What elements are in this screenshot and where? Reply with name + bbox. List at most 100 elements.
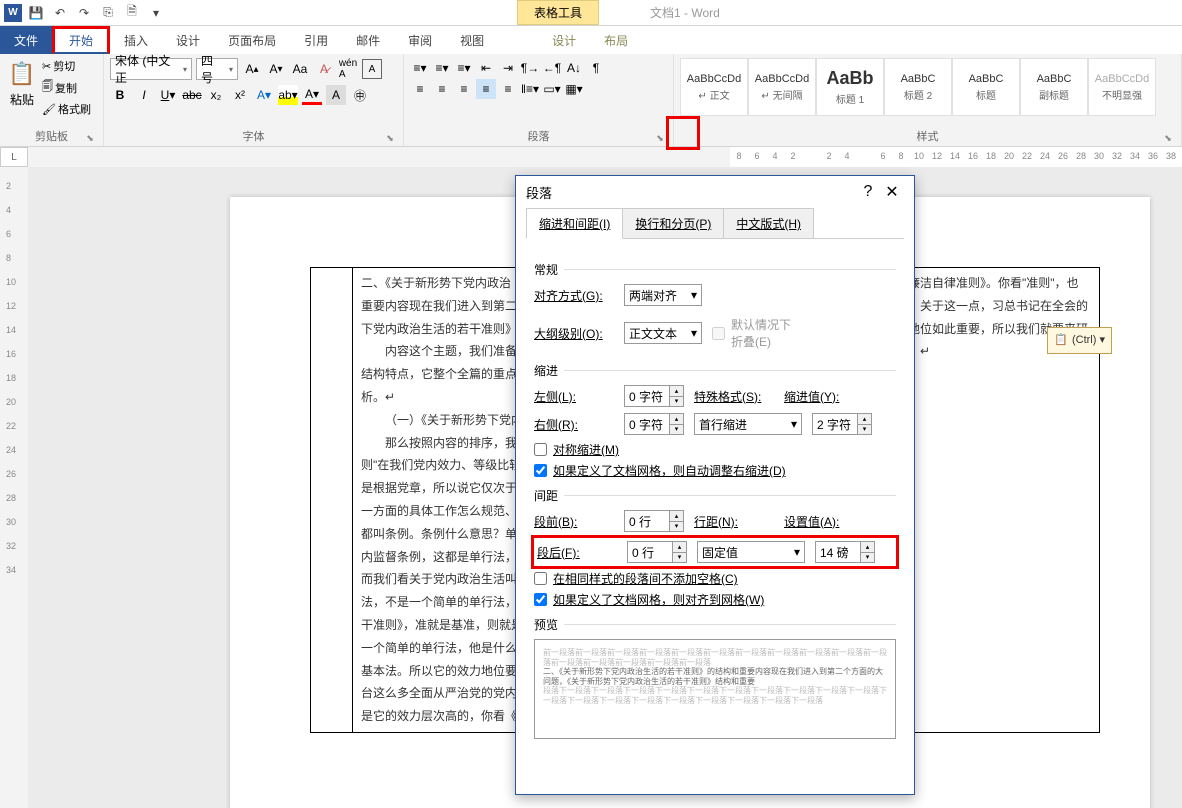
tab-review[interactable]: 审阅 xyxy=(394,26,446,54)
italic-icon[interactable]: I xyxy=(134,85,154,105)
bullets-icon[interactable]: ≡▾ xyxy=(410,58,430,78)
style-item[interactable]: AaBbC副标题 xyxy=(1020,58,1088,116)
align-right-icon[interactable]: ≡ xyxy=(454,79,474,99)
shrink-font-icon[interactable]: A▾ xyxy=(266,59,286,79)
tab-table-design[interactable]: 设计 xyxy=(538,26,590,54)
tab-mailings[interactable]: 邮件 xyxy=(342,26,394,54)
tab-indent-spacing[interactable]: 缩进和间距(I) xyxy=(526,208,623,239)
space-before-input[interactable]: 0 行▴▾ xyxy=(624,510,684,532)
superscript-icon[interactable]: x² xyxy=(230,85,250,105)
mirror-indent-checkbox[interactable] xyxy=(534,443,547,456)
clear-format-icon[interactable]: A̷ xyxy=(314,59,334,79)
tab-view[interactable]: 视图 xyxy=(446,26,498,54)
font-launcher-icon[interactable]: ⬊ xyxy=(383,132,397,144)
tab-design[interactable]: 设计 xyxy=(162,26,214,54)
style-item[interactable]: AaBbCcDd↵ 正文 xyxy=(680,58,748,116)
font-color-icon[interactable]: A▾ xyxy=(302,85,322,105)
auto-indent-checkbox[interactable] xyxy=(534,464,547,477)
rtl-icon[interactable]: ←¶ xyxy=(542,58,562,78)
align-center-icon[interactable]: ≡ xyxy=(432,79,452,99)
borders-icon[interactable]: ▦▾ xyxy=(564,79,584,99)
bold-icon[interactable]: B xyxy=(110,85,130,105)
clipboard-launcher-icon[interactable]: ⬊ xyxy=(83,132,97,144)
char-shading-icon[interactable]: A xyxy=(326,85,346,105)
inc-indent-icon[interactable]: ⇥ xyxy=(498,58,518,78)
alignment-select[interactable]: 两端对齐▾ xyxy=(624,284,702,306)
style-item[interactable]: AaBbCcDd↵ 无间隔 xyxy=(748,58,816,116)
paste-options-button[interactable]: 📋(Ctrl) ▾ xyxy=(1047,327,1112,354)
no-space-checkbox[interactable] xyxy=(534,572,547,585)
close-icon[interactable]: ✕ xyxy=(880,182,904,202)
style-item[interactable]: AaBbCcDd不明显强 xyxy=(1088,58,1156,116)
dropdown-icon[interactable]: ▾ xyxy=(146,3,166,23)
space-after-input[interactable]: 0 行▴▾ xyxy=(627,541,687,563)
tab-line-break[interactable]: 换行和分页(P) xyxy=(622,208,724,238)
font-name-combo[interactable]: 宋体 (中文正▾ xyxy=(110,58,192,80)
styles-label: 样式 xyxy=(917,131,939,143)
style-item[interactable]: AaBb标题 1 xyxy=(816,58,884,116)
special-label: 特殊格式(S): xyxy=(694,388,774,405)
paragraph-label: 段落 xyxy=(528,131,550,143)
ribbon: 📋 粘贴 ✂剪切 🗐复制 🖌格式刷 剪贴板⬊ 宋体 (中文正▾ 四号▾ A▴ A… xyxy=(0,54,1182,147)
change-case-icon[interactable]: Aa xyxy=(290,59,310,79)
snap-grid-checkbox[interactable] xyxy=(534,593,547,606)
distribute-icon[interactable]: ≡ xyxy=(498,79,518,99)
format-painter-button[interactable]: 🖌格式刷 xyxy=(42,101,91,117)
special-select[interactable]: 首行缩进▾ xyxy=(694,413,802,435)
phonetic-icon[interactable]: wénA xyxy=(338,59,358,79)
redo-icon[interactable]: ↷ xyxy=(74,3,94,23)
numbering-icon[interactable]: ≡▾ xyxy=(432,58,452,78)
justify-icon[interactable]: ≡ xyxy=(476,79,496,99)
at-input[interactable]: 14 磅▴▾ xyxy=(815,541,875,563)
horizontal-ruler[interactable]: 8642246810121416182022242628303234363840… xyxy=(730,147,1182,167)
indent-left-input[interactable]: 0 字符▴▾ xyxy=(624,385,684,407)
style-item[interactable]: AaBbC标题 2 xyxy=(884,58,952,116)
indent-by-input[interactable]: 2 字符▴▾ xyxy=(812,413,872,435)
strike-icon[interactable]: abc xyxy=(182,85,202,105)
style-item[interactable]: AaBbC标题 xyxy=(952,58,1020,116)
tab-references[interactable]: 引用 xyxy=(290,26,342,54)
paste-button[interactable]: 粘贴 xyxy=(10,91,34,108)
table-tools-label: 表格工具 xyxy=(517,0,599,25)
qat-icon[interactable]: ⎘ xyxy=(98,3,118,23)
highlight-icon[interactable]: ab▾ xyxy=(278,85,298,105)
tab-page-layout[interactable]: 页面布局 xyxy=(214,26,290,54)
char-border-icon[interactable]: A xyxy=(362,59,382,79)
tab-cjk[interactable]: 中文版式(H) xyxy=(723,208,814,238)
styles-launcher-icon[interactable]: ⬊ xyxy=(1161,132,1175,144)
grow-font-icon[interactable]: A▴ xyxy=(242,59,262,79)
underline-icon[interactable]: U▾ xyxy=(158,85,178,105)
shading-icon[interactable]: ▭▾ xyxy=(542,79,562,99)
copy-button[interactable]: 🗐复制 xyxy=(42,78,91,97)
dec-indent-icon[interactable]: ⇤ xyxy=(476,58,496,78)
font-size-combo[interactable]: 四号▾ xyxy=(196,58,238,80)
sort-icon[interactable]: A↓ xyxy=(564,58,584,78)
outline-select[interactable]: 正文文本▾ xyxy=(624,322,702,344)
multilevel-icon[interactable]: ≡▾ xyxy=(454,58,474,78)
undo-icon[interactable]: ↶ xyxy=(50,3,70,23)
line-spacing-select[interactable]: 固定值▾ xyxy=(697,541,805,563)
new-icon[interactable]: 🗎 xyxy=(122,3,142,23)
text-effects-icon[interactable]: A▾ xyxy=(254,85,274,105)
save-icon[interactable]: 💾 xyxy=(26,3,46,23)
dialog-titlebar[interactable]: 段落 ? ✕ xyxy=(516,176,914,208)
subscript-icon[interactable]: x₂ xyxy=(206,85,226,105)
tab-insert[interactable]: 插入 xyxy=(110,26,162,54)
line-spacing-icon[interactable]: ‖≡▾ xyxy=(520,79,540,99)
show-marks-icon[interactable]: ¶ xyxy=(586,58,606,78)
indent-right-input[interactable]: 0 字符▴▾ xyxy=(624,413,684,435)
tab-home[interactable]: 开始 xyxy=(52,26,110,54)
styles-gallery[interactable]: AaBbCcDd↵ 正文AaBbCcDd↵ 无间隔AaBb标题 1AaBbC标题… xyxy=(680,58,1156,126)
cut-button[interactable]: ✂剪切 xyxy=(42,58,91,74)
paste-icon[interactable]: 📋 xyxy=(6,58,38,90)
align-left-icon[interactable]: ≡ xyxy=(410,79,430,99)
tab-file[interactable]: 文件 xyxy=(0,26,52,54)
tab-table-layout[interactable]: 布局 xyxy=(590,26,642,54)
enclose-icon[interactable]: ㊥ xyxy=(350,85,370,105)
tab-selector[interactable]: L xyxy=(0,147,28,167)
paragraph-launcher-icon[interactable]: ⬊ xyxy=(653,132,667,144)
ltr-icon[interactable]: ¶→ xyxy=(520,58,540,78)
help-icon[interactable]: ? xyxy=(856,183,880,201)
section-general: 常规 xyxy=(534,261,896,278)
vertical-ruler[interactable]: 246810121416182022242628303234 xyxy=(0,167,28,808)
